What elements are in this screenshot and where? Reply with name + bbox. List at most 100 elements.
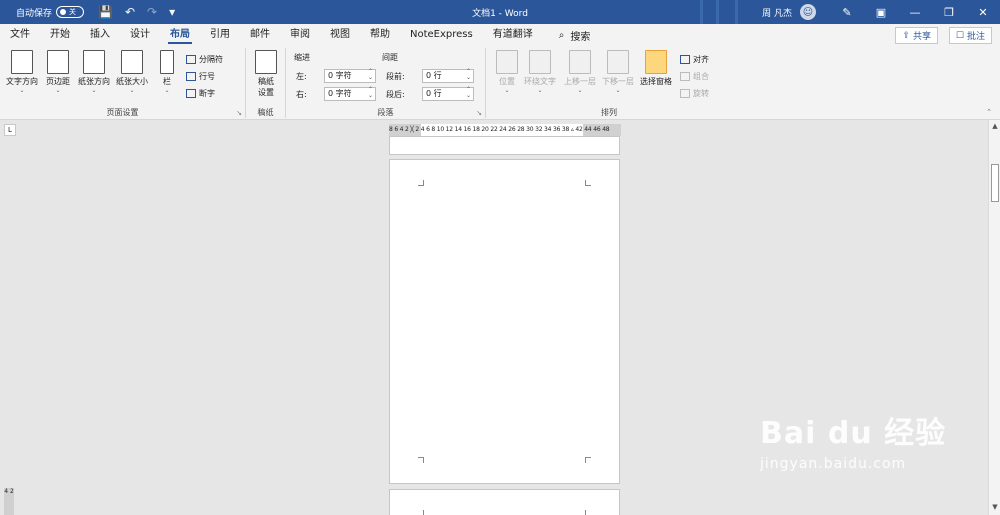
align-button[interactable]: 对齐 (680, 54, 709, 65)
scroll-thumb[interactable] (991, 164, 999, 202)
tab-references[interactable]: 引用 (200, 24, 240, 46)
chevron-down-icon: ⌄ (615, 87, 621, 94)
title-bar: 自动保存 关 💾 ↶ ↷ ▾ 文档1 - Word 周 凡杰 ☺ ✎ ▣ — ❐… (0, 0, 1000, 24)
group-objects-button[interactable]: 组合 (680, 71, 709, 82)
titlebar-decoration (735, 0, 738, 24)
vertical-scrollbar[interactable]: ▲ ▼ (988, 120, 1000, 515)
text-direction-label: 文字方向 (6, 77, 38, 86)
autosave-toggle[interactable]: 关 (56, 6, 85, 18)
group-paragraph: 缩进 间距 左: 0 字符 右: 0 字符 段前: 0 行 段后: 0 行 段落… (286, 48, 486, 118)
dialog-launcher-icon[interactable]: ↘ (476, 109, 482, 117)
tab-file[interactable]: 文件 (0, 24, 40, 46)
orientation-button[interactable]: 纸张方向 ⌄ (78, 50, 110, 94)
draft-label-line1: 稿纸 (258, 77, 274, 86)
draft-settings-button[interactable]: 稿纸 设置 (255, 50, 277, 98)
line-numbers-button[interactable]: 行号 (186, 71, 215, 82)
text-direction-icon (11, 50, 33, 74)
search-icon: ⌕ (558, 29, 565, 41)
scroll-down-icon[interactable]: ▼ (990, 503, 1000, 513)
undo-icon[interactable]: ↶ (125, 5, 135, 19)
wrap-text-button[interactable]: 环绕文字 ⌄ (524, 50, 556, 94)
page-next[interactable] (389, 489, 620, 515)
tab-noteexpress[interactable]: NoteExpress (400, 24, 483, 46)
vertical-ruler[interactable]: 4 2 (4, 488, 14, 515)
customize-qat-icon[interactable]: ▾ (169, 5, 175, 19)
dialog-launcher-icon[interactable]: ↘ (236, 109, 242, 117)
ribbon-display-icon[interactable]: ▣ (864, 6, 898, 19)
draft-paper-icon (255, 50, 277, 74)
user-name[interactable]: 周 凡杰 (762, 6, 792, 19)
tab-selector[interactable]: L (4, 124, 16, 136)
tab-design[interactable]: 设计 (120, 24, 160, 46)
send-backward-label: 下移一层 (602, 77, 634, 86)
breaks-label: 分隔符 (199, 55, 223, 64)
selection-pane-label: 选择窗格 (640, 77, 672, 86)
scroll-up-icon[interactable]: ▲ (990, 122, 1000, 132)
page-previous[interactable] (389, 136, 620, 155)
tab-home[interactable]: 开始 (40, 24, 80, 46)
quick-access-toolbar: 💾 ↶ ↷ ▾ (98, 5, 175, 19)
comment-icon: ☐ (955, 30, 964, 41)
avatar[interactable]: ☺ (800, 4, 816, 20)
spacing-after-label: 段后: (386, 90, 405, 99)
spacing-before-input[interactable]: 0 行 (422, 69, 474, 83)
columns-button[interactable]: 栏 ⌄ (160, 50, 174, 94)
ribbon-tabs: 文件 开始 插入 设计 布局 引用 邮件 审阅 视图 帮助 NoteExpres… (0, 24, 1000, 46)
columns-label: 栏 (163, 77, 171, 86)
restore-button[interactable]: ❐ (932, 6, 966, 19)
ruler-ticks: 8 6 4 2 ╳ 2 4 6 8 10 12 14 16 18 20 22 2… (389, 126, 610, 133)
size-label: 纸张大小 (116, 77, 148, 86)
collapse-ribbon-icon[interactable]: ⌃ (986, 108, 992, 116)
tab-mailings[interactable]: 邮件 (240, 24, 280, 46)
position-button[interactable]: 位置 ⌄ (496, 50, 518, 94)
tab-review[interactable]: 审阅 (280, 24, 320, 46)
indent-left-input[interactable]: 0 字符 (324, 69, 376, 83)
rotate-button[interactable]: 旋转 (680, 88, 709, 99)
title-right: 周 凡杰 ☺ ✎ ▣ — ❐ ✕ (762, 0, 1000, 24)
horizontal-ruler[interactable]: 8 6 4 2 ╳ 2 4 6 8 10 12 14 16 18 20 22 2… (389, 124, 621, 136)
draft-label-line2: 设置 (258, 88, 274, 97)
tab-help[interactable]: 帮助 (360, 24, 400, 46)
redo-icon[interactable]: ↷ (147, 5, 157, 19)
group-label-paragraph: 段落 (377, 108, 394, 117)
tab-insert[interactable]: 插入 (80, 24, 120, 46)
close-button[interactable]: ✕ (966, 6, 1000, 19)
spacing-after-input[interactable]: 0 行 (422, 87, 474, 101)
page-corner-mark (418, 180, 424, 186)
indent-right-input[interactable]: 0 字符 (324, 87, 376, 101)
text-direction-button[interactable]: 文字方向 ⌄ (6, 50, 38, 94)
tell-me-search[interactable]: ⌕ 搜索 (559, 28, 591, 43)
save-icon[interactable]: 💾 (98, 5, 113, 19)
autosave-label: 自动保存 (16, 8, 53, 19)
send-backward-button[interactable]: 下移一层 ⌄ (602, 50, 634, 94)
page-corner-mark (585, 180, 591, 186)
align-icon (680, 55, 690, 64)
pen-icon[interactable]: ✎ (830, 6, 864, 19)
autosave-state: 关 (69, 8, 77, 16)
breaks-button[interactable]: 分隔符 (186, 54, 223, 65)
hyphenation-icon (186, 89, 196, 98)
indent-left-label: 左: (296, 72, 307, 81)
group-label-page-setup: 页面设置 (106, 108, 139, 117)
tab-youdao[interactable]: 有道翻译 (483, 24, 543, 46)
tab-layout[interactable]: 布局 (160, 24, 200, 46)
selection-pane-button[interactable]: 选择窗格 (640, 50, 672, 87)
group-objects-label: 组合 (693, 72, 709, 81)
page-corner-mark (585, 457, 591, 463)
chevron-down-icon: ⌄ (129, 87, 135, 94)
rotate-icon (680, 89, 690, 98)
margins-icon (47, 50, 69, 74)
minimize-button[interactable]: — (898, 6, 932, 19)
size-button[interactable]: 纸张大小 ⌄ (116, 50, 148, 94)
margins-button[interactable]: 页边距 ⌄ (46, 50, 70, 94)
comments-button[interactable]: ☐ 批注 (948, 27, 992, 44)
baidu-jingyan-watermark: Bai du 经验 jingyan.baidu.com (760, 408, 960, 498)
hyphenation-button[interactable]: 断字 (186, 88, 215, 99)
share-button[interactable]: ⇪ 共享 (895, 27, 938, 44)
page[interactable] (389, 159, 620, 484)
margins-label: 页边距 (46, 77, 70, 86)
rotate-label: 旋转 (693, 89, 709, 98)
page-corner-mark (418, 510, 424, 515)
bring-forward-button[interactable]: 上移一层 ⌄ (564, 50, 596, 94)
tab-view[interactable]: 视图 (320, 24, 360, 46)
